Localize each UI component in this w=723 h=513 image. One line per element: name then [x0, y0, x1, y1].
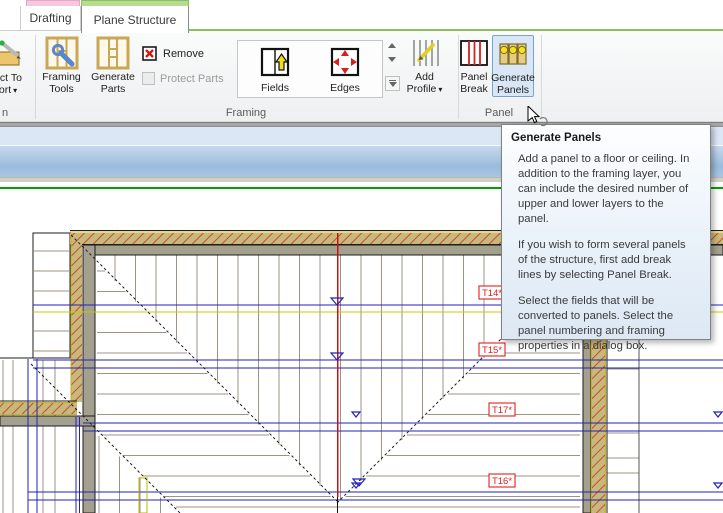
panel-break-label-line2: Break [460, 83, 487, 95]
fields-edges-panel: Fields Edges [237, 40, 383, 98]
down-arrow-icon [388, 57, 396, 62]
edges-button[interactable]: Edges [312, 42, 378, 96]
framing-tools-label-line2: Tools [49, 83, 74, 95]
protect-parts-checkbox [142, 72, 155, 85]
generate-parts-label-line1: Generate [91, 71, 135, 83]
more-bar-icon [389, 80, 396, 81]
fields-label: Fields [261, 82, 289, 94]
up-arrow-icon [388, 43, 396, 48]
framing-tools-icon [45, 35, 79, 71]
tab-drafting[interactable]: Drafting [20, 6, 81, 31]
tooltip-paragraph-1: Add a panel to a floor or ceiling. In ad… [511, 152, 702, 227]
ribbon-row-more-button[interactable] [385, 76, 400, 91]
remove-icon [142, 46, 158, 62]
generate-parts-label-line2: Parts [101, 83, 126, 95]
generate-panels-label-line2: Panels [497, 84, 529, 96]
package-pencil-icon [0, 35, 25, 72]
truss-label: T15* [479, 343, 505, 356]
svg-text:T17*: T17* [492, 405, 512, 416]
edges-icon [330, 42, 360, 82]
truss-label: T17* [489, 403, 515, 416]
clipped-export-label-line2: ort▾ [0, 84, 17, 97]
clipped-export-button[interactable]: ect To ort▾ [0, 35, 30, 99]
truss-label: T16* [489, 474, 515, 487]
fields-button[interactable]: Fields [242, 42, 308, 96]
framing-tools-button[interactable]: Framing Tools [37, 35, 86, 99]
remove-button[interactable]: Remove [142, 46, 204, 62]
ribbon: Drafting Plane Structure ect To [0, 0, 723, 122]
clipped-group-label: n [0, 107, 10, 121]
more-arrow-icon [389, 82, 397, 87]
add-profile-button[interactable]: Add Profile▾ [400, 35, 449, 99]
panel-break-icon [459, 35, 489, 71]
framing-tools-label-line1: Framing [42, 71, 81, 83]
group-separator [35, 35, 36, 119]
add-profile-label-line2: Profile▾ [407, 83, 443, 96]
tooltip-title: Generate Panels [511, 132, 702, 144]
panel-break-button[interactable]: Panel Break [452, 35, 496, 99]
generate-panels-icon [498, 36, 528, 72]
remove-label: Remove [163, 48, 204, 60]
tab-plane-structure[interactable]: Plane Structure [81, 6, 189, 33]
generate-panels-button[interactable]: Generate Panels [492, 35, 534, 97]
tooltip-paragraph-3: Select the fields that will be converted… [511, 294, 702, 354]
protect-parts-label: Protect Parts [160, 73, 224, 85]
add-profile-icon [410, 35, 440, 71]
generate-panels-label-line1: Generate [491, 72, 535, 84]
tooltip-paragraph-2: If you wish to form several panels of th… [511, 238, 702, 283]
edges-label: Edges [330, 82, 360, 94]
generate-parts-button[interactable]: Generate Parts [88, 35, 138, 99]
tooltip: Generate Panels Add a panel to a floor o… [501, 124, 711, 340]
clipped-export-label-line1: ect To [0, 72, 22, 84]
generate-parts-icon [96, 35, 130, 71]
ribbon-row-down-button[interactable] [385, 54, 398, 65]
application-window: T14* T15* T17* T16* Drafting Plane Structur… [0, 0, 723, 513]
fields-icon [260, 42, 290, 82]
ribbon-tab-row: Drafting Plane Structure [0, 0, 723, 31]
svg-text:T14*: T14* [482, 288, 502, 299]
mouse-cursor [527, 106, 549, 133]
ribbon-body: ect To ort▾ Framing Tools [0, 31, 723, 122]
dropdown-arrow-icon: ▾ [13, 86, 17, 95]
svg-text:T15*: T15* [482, 345, 502, 356]
group-label-framing: Framing [96, 107, 396, 121]
panel-break-label-line1: Panel [461, 71, 488, 83]
protect-parts-checkbox-row: Protect Parts [142, 72, 224, 85]
ribbon-row-up-button[interactable] [385, 40, 398, 51]
svg-text:T16*: T16* [492, 476, 512, 487]
add-profile-label-line1: Add [415, 71, 434, 83]
dropdown-arrow-icon: ▾ [438, 85, 442, 94]
